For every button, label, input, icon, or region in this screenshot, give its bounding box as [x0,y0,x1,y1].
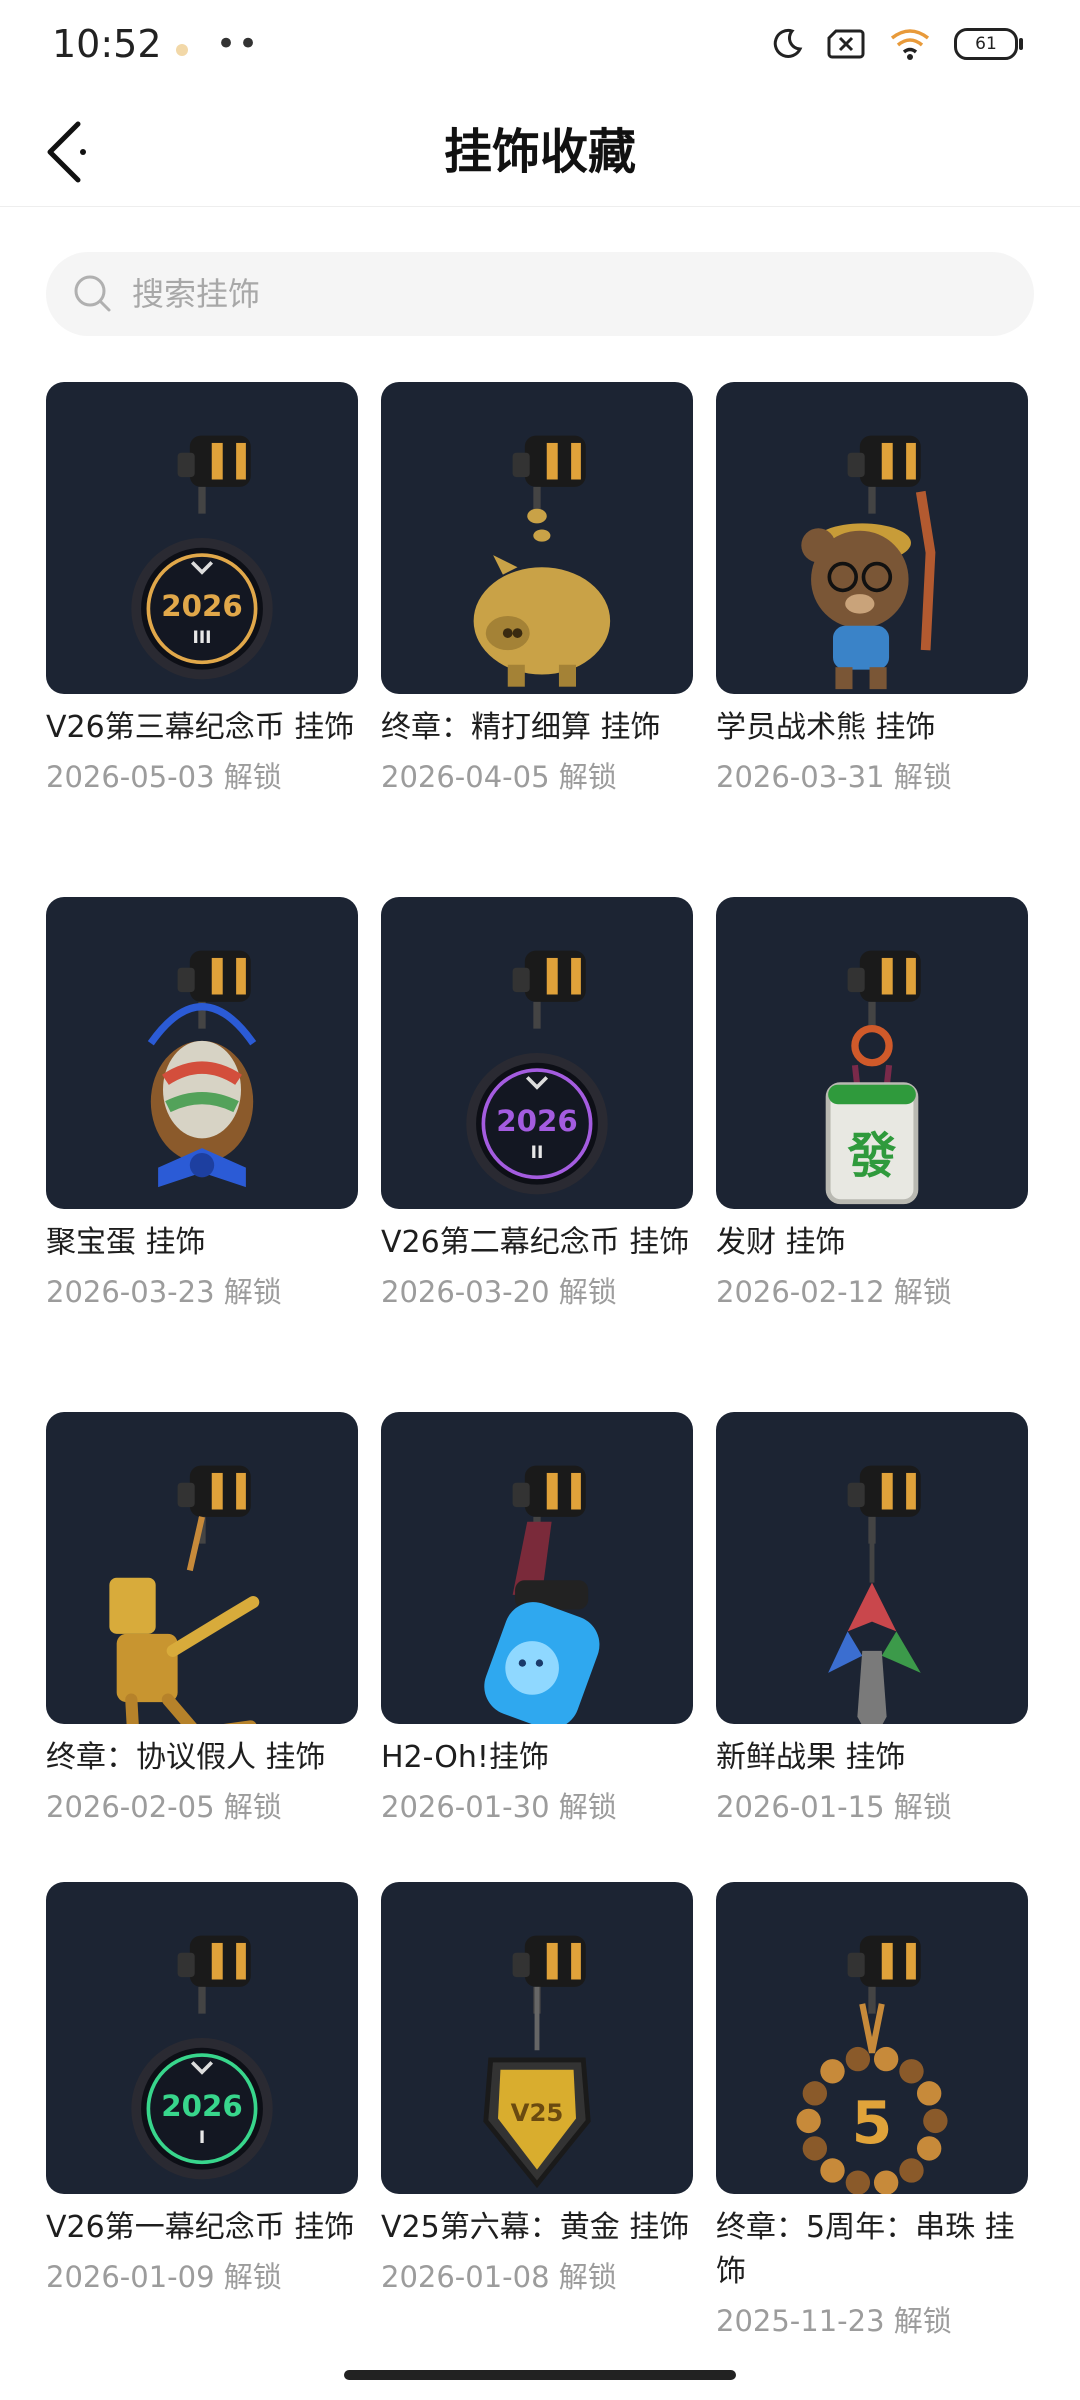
charm-unlock-date: 2026-01-08 解锁 [381,2260,617,2294]
charm-unlock-date: 2026-03-31 解锁 [716,760,952,794]
battery-level: 61 [975,34,997,54]
svg-text:5: 5 [852,2089,893,2157]
charm-card[interactable]: 终章：协议假人 挂饰 2026-02-05 解锁 [46,1412,358,1882]
charm-thumbnail: 2026 I [46,1882,358,2194]
charm-unlock-date: 2026-04-05 解锁 [381,760,617,794]
charm-unlock-date: 2026-02-12 解锁 [716,1275,952,1309]
charm-card[interactable]: 2026 III V26第三幕纪念币 挂饰 2026-05-03 解锁 [46,382,358,897]
charm-unlock-date: 2026-01-30 解锁 [381,1790,617,1824]
charm-name: 终章：协议假人 挂饰 [46,1740,326,1775]
charm-name: 聚宝蛋 挂饰 [46,1225,206,1260]
charm-thumbnail: 2026 II [381,897,693,1209]
charm-unlock-date: 2026-03-23 解锁 [46,1275,282,1309]
charm-unlock-date: 2025-11-23 解锁 [716,2304,952,2338]
charm-name: H2-Oh!挂饰 [381,1740,549,1775]
charm-mahjong-icon: 發 [825,950,921,1205]
charm-name: 学员战术熊 挂饰 [716,710,936,745]
charm-shield-icon: V25 [483,1935,591,2189]
charm-dummy-icon [109,1465,260,1724]
charm-card[interactable]: V25 V25第六幕：黄金 挂饰 2026-01-08 解锁 [381,1882,693,2352]
charm-pig-icon [473,435,611,687]
moon-icon [773,28,803,58]
svg-text:III: III [192,628,211,648]
status-bar: 10:52 •• 61 [0,0,1080,90]
charm-thumbnail [716,1412,1028,1724]
charm-thumbnail [381,1412,693,1724]
charm-card[interactable]: 5 终章：5周年：串珠 挂饰 2025-11-23 解锁 [716,1882,1028,2352]
charm-name: V26第二幕纪念币 挂饰 [381,1225,690,1260]
svg-text:V25: V25 [511,2098,564,2127]
page-title: 挂饰收藏 [443,124,636,180]
svg-text:I: I [199,2128,205,2148]
charm-name: V25第六幕：黄金 挂饰 [381,2210,690,2245]
charm-unlock-date: 2026-01-09 解锁 [46,2260,282,2294]
charm-beads-icon: 5 [796,1935,948,2194]
wifi-icon [890,29,930,60]
status-time: 10:52 [52,22,162,66]
svg-text:II: II [531,1143,544,1163]
charm-fruit-icon [828,1465,921,1724]
charm-unlock-date: 2026-02-05 解锁 [46,1790,282,1824]
charm-name: 终章：精打细算 挂饰 [381,710,661,745]
charm-thumbnail [46,1412,358,1724]
charm-card[interactable]: 發发财 挂饰 2026-02-12 解锁 [716,897,1028,1412]
search-input[interactable] [130,274,1014,314]
svg-text:2026: 2026 [496,1104,577,1138]
charm-unlock-date: 2026-01-15 解锁 [716,1790,952,1824]
charm-name: V26第一幕纪念币 挂饰 [46,2210,355,2245]
svg-text:2026: 2026 [161,2089,242,2123]
charm-coin-icon: 2026 I [131,1935,273,2180]
charm-card[interactable]: 2026 II V26第二幕纪念币 挂饰 2026-03-20 解锁 [381,897,693,1412]
search-bar[interactable] [46,252,1034,336]
charm-unlock-date: 2026-05-03 解锁 [46,760,282,794]
charm-bottle-icon [484,1465,600,1724]
home-indicator[interactable] [344,2370,736,2380]
search-icon [74,275,111,312]
charm-coin-icon: 2026 II [466,950,608,1195]
charm-card[interactable]: 终章：精打细算 挂饰 2026-04-05 解锁 [381,382,693,897]
charm-thumbnail: 5 [716,1882,1028,2194]
svg-text:2026: 2026 [161,589,242,623]
charm-thumbnail [716,382,1028,694]
charm-thumbnail: 2026 III [46,382,358,694]
charm-thumbnail [46,897,358,1209]
notification-dot-icon [176,44,188,56]
charm-card[interactable]: 学员战术熊 挂饰 2026-03-31 解锁 [716,382,1028,897]
charm-card[interactable]: 聚宝蛋 挂饰 2026-03-23 解锁 [46,897,358,1412]
charm-egg-icon [147,950,257,1188]
charm-name: 发财 挂饰 [716,1225,846,1260]
charm-thumbnail: V25 [381,1882,693,2194]
charm-name: 终章：5周年：串珠 挂饰 [716,2210,1015,2289]
page-header: 挂饰收藏 [0,90,1080,207]
charm-name: 新鲜战果 挂饰 [716,1740,906,1775]
charm-card[interactable]: H2-Oh!挂饰 2026-01-30 解锁 [381,1412,693,1882]
svg-text:發: 發 [847,1127,897,1184]
charm-unlock-date: 2026-03-20 解锁 [381,1275,617,1309]
charm-grid: 2026 III V26第三幕纪念币 挂饰 2026-05-03 解锁 终章：精打细算 … [46,382,1046,2352]
more-notifications-icon: •• [216,24,261,64]
battery-icon: 61 [954,28,1023,60]
charm-coin-icon: 2026 III [131,435,273,680]
charm-card[interactable]: 2026 I V26第一幕纪念币 挂饰 2026-01-09 解锁 [46,1882,358,2352]
no-sim-icon [827,29,865,59]
charm-thumbnail: 發 [716,897,1028,1209]
charm-card[interactable]: 新鲜战果 挂饰 2026-01-15 解锁 [716,1412,1028,1882]
charm-bear-icon [801,435,936,690]
charm-name: V26第三幕纪念币 挂饰 [46,710,355,745]
charm-thumbnail [381,382,693,694]
